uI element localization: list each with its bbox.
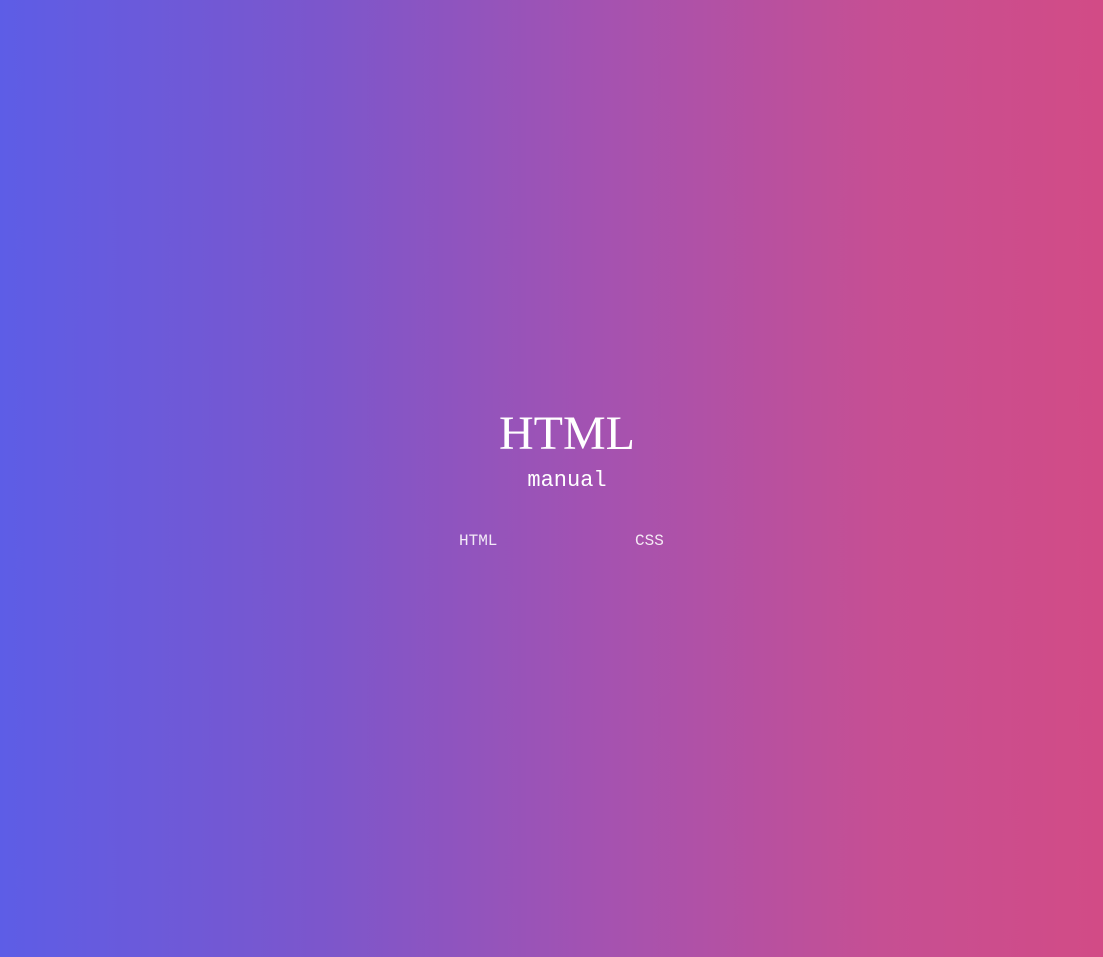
page-subtitle: manual (527, 468, 607, 493)
nav-link-css[interactable]: CSS (635, 531, 664, 551)
nav-link-html[interactable]: HTML (459, 531, 497, 551)
page-title: HTML (499, 407, 635, 460)
hero-section: HTML manual HTML CSS (0, 405, 1103, 565)
